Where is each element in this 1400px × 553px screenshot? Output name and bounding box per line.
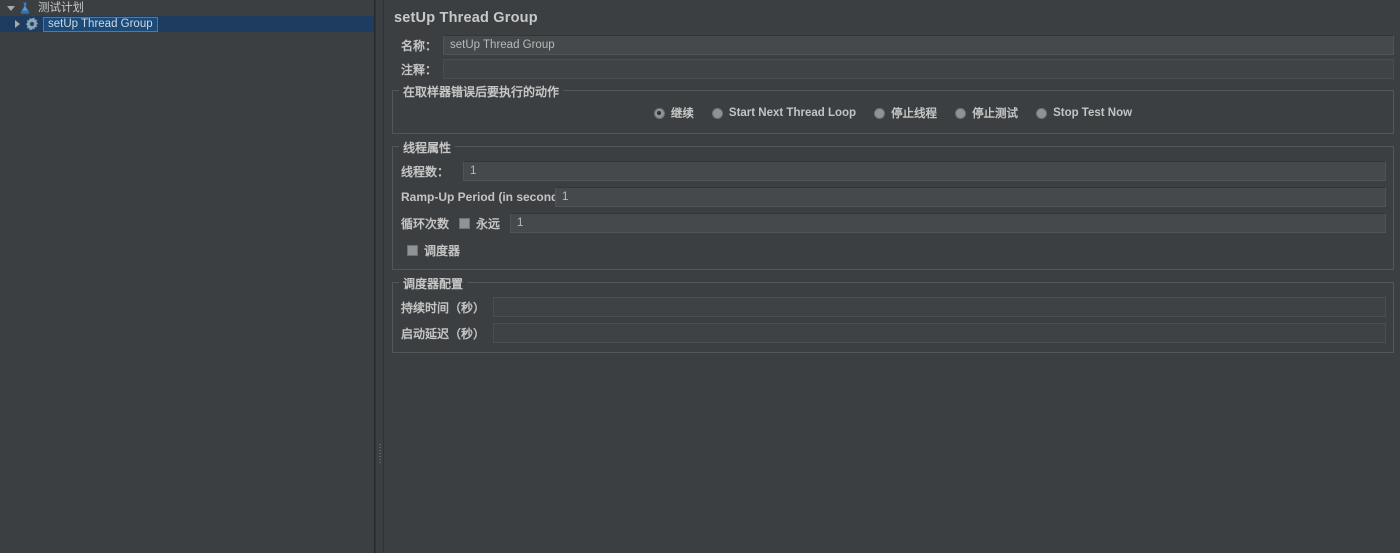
ramp-up-label: Ramp-Up Period (in seconds): <box>401 190 574 204</box>
sampler-error-action-title: 在取样器错误后要执行的动作 <box>399 83 564 100</box>
thread-count-label: 线程数： <box>401 164 450 179</box>
loop-count-label: 循环次数 <box>401 216 450 231</box>
expand-toggle-test-plan[interactable] <box>4 2 17 15</box>
radio-stop-test-now-indicator[interactable] <box>1036 107 1048 119</box>
comments-row: 注释： <box>384 58 1400 80</box>
thread-count-row: 线程数： 1 <box>397 160 1389 182</box>
forever-checkbox-indicator[interactable] <box>459 217 471 229</box>
duration-row: 持续时间（秒） <box>397 296 1389 318</box>
comments-label: 注释： <box>400 62 437 77</box>
tree-item-setup-thread-group[interactable]: setUp Thread Group <box>0 16 374 32</box>
scheduler-checkbox-indicator[interactable] <box>407 244 418 256</box>
duration-label: 持续时间（秒） <box>401 300 486 315</box>
radio-stop-thread-indicator[interactable] <box>874 107 886 119</box>
thread-group-editor: setUp Thread Group 名称： setUp Thread Grou… <box>384 0 1400 553</box>
radio-stop-test-now[interactable]: Stop Test Now <box>1036 107 1132 119</box>
radio-start-next-thread-loop[interactable]: Start Next Thread Loop <box>711 107 857 119</box>
radio-stop-thread[interactable]: 停止线程 <box>874 105 937 121</box>
test-plan-icon <box>17 0 33 16</box>
ramp-up-row: Ramp-Up Period (in seconds): 1 <box>397 186 1389 208</box>
chevron-right-icon <box>15 20 20 28</box>
radio-stop-test[interactable]: 停止测试 <box>955 105 1018 121</box>
scheduler-configuration-group: 调度器配置 持续时间（秒） 启动延迟（秒） <box>392 275 1394 353</box>
gear-icon <box>24 16 40 32</box>
thread-properties-group: 线程属性 线程数： 1 Ramp-Up Period (in seconds):… <box>392 139 1394 270</box>
name-label: 名称： <box>400 38 437 53</box>
page-title: setUp Thread Group <box>394 10 538 26</box>
loop-count-row: 循环次数 永远 1 <box>397 212 1389 234</box>
scheduler-label: 调度器 <box>424 243 461 258</box>
radio-continue-indicator[interactable] <box>653 107 665 119</box>
ramp-up-input[interactable]: 1 <box>555 187 1386 207</box>
startup-delay-label: 启动延迟（秒） <box>401 326 486 341</box>
tree-item-label: 测试计划 <box>38 2 84 14</box>
startup-delay-input[interactable] <box>493 323 1386 343</box>
splitter-grip[interactable] <box>378 443 381 465</box>
loop-count-input[interactable]: 1 <box>510 213 1386 233</box>
thread-properties-title: 线程属性 <box>399 139 456 156</box>
tree-item-test-plan[interactable]: 测试计划 <box>0 0 374 16</box>
sampler-error-action-group: 在取样器错误后要执行的动作 继续 Start Next Thread Loop … <box>392 83 1394 134</box>
thread-count-input[interactable]: 1 <box>463 161 1386 181</box>
panel-splitter[interactable] <box>375 0 384 553</box>
tree-item-label: setUp Thread Group <box>48 18 153 30</box>
name-input[interactable]: setUp Thread Group <box>443 35 1394 55</box>
duration-input[interactable] <box>493 297 1386 317</box>
comments-input[interactable] <box>443 59 1394 79</box>
radio-continue-label: 继续 <box>670 108 694 120</box>
radio-stop-test-indicator[interactable] <box>955 107 967 119</box>
forever-checkbox[interactable]: 永远 <box>459 215 500 232</box>
chevron-down-icon <box>6 5 15 11</box>
scheduler-row: 调度器 <box>397 239 1389 261</box>
test-plan-tree[interactable]: 测试计划 setUp Thread Group <box>0 0 375 553</box>
name-row: 名称： setUp Thread Group <box>384 34 1400 56</box>
radio-stop-test-label: 停止测试 <box>972 108 1019 120</box>
scheduler-configuration-title: 调度器配置 <box>399 275 468 292</box>
radio-start-next-thread-loop-indicator[interactable] <box>711 107 723 119</box>
tree-item-label-wrap: setUp Thread Group <box>43 16 158 32</box>
sampler-error-action-options: 继续 Start Next Thread Loop 停止线程 停止测试 Stop <box>397 101 1389 125</box>
radio-continue[interactable]: 继续 <box>653 105 694 121</box>
jmeter-window: 测试计划 setUp Thread Group setUp Thread Gro… <box>0 0 1400 553</box>
scheduler-checkbox[interactable]: 调度器 <box>407 242 460 259</box>
radio-start-next-thread-loop-label: Start Next Thread Loop <box>728 107 857 119</box>
startup-delay-row: 启动延迟（秒） <box>397 322 1389 344</box>
radio-stop-thread-label: 停止线程 <box>891 108 938 120</box>
radio-stop-test-now-label: Stop Test Now <box>1053 107 1133 119</box>
forever-label: 永远 <box>476 216 501 231</box>
expand-toggle-setup-thread-group[interactable] <box>11 18 24 31</box>
